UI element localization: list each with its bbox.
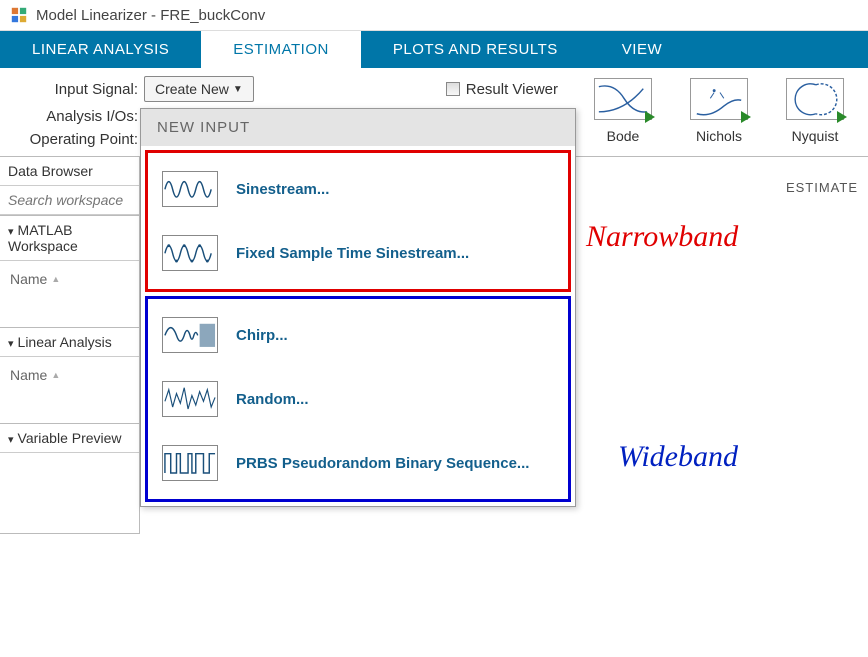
plot-button-group: Bode Nichols Nyquist — [570, 68, 868, 156]
input-signal-label: Input Signal: — [12, 81, 138, 98]
menu-random-label: Random... — [236, 391, 309, 408]
analysis-ios-label: Analysis I/Os: — [12, 108, 138, 125]
sidebar: Data Browser MATLAB Workspace Name ▲ Lin… — [0, 157, 140, 534]
nyquist-label: Nyquist — [792, 128, 839, 144]
menu-sinestream[interactable]: Sinestream... — [154, 157, 562, 221]
play-icon — [837, 111, 847, 123]
narrowband-annotation: Narrowband — [586, 220, 738, 254]
menu-prbs[interactable]: PRBS Pseudorandom Binary Sequence... — [154, 431, 562, 495]
narrowband-group: Sinestream... Fixed Sample Time Sinestre… — [145, 150, 571, 292]
sort-asc-icon: ▲ — [51, 370, 60, 380]
wideband-annotation: Wideband — [618, 440, 738, 474]
name-column-header[interactable]: Name ▲ — [0, 261, 139, 327]
name-column-header[interactable]: Name ▲ — [0, 357, 139, 423]
nyquist-icon — [786, 78, 844, 120]
chevron-down-icon: ▼ — [233, 84, 243, 95]
play-icon — [645, 111, 655, 123]
bode-icon — [594, 78, 652, 120]
bode-button[interactable]: Bode — [594, 78, 652, 150]
create-new-dropdown[interactable]: Create New ▼ — [144, 76, 254, 102]
sinestream-icon — [162, 171, 218, 207]
random-icon — [162, 381, 218, 417]
nichols-button[interactable]: Nichols — [690, 78, 748, 150]
estimate-section-label: ESTIMATE — [786, 180, 858, 195]
checkbox-icon — [446, 82, 460, 96]
play-icon — [741, 111, 751, 123]
bode-label: Bode — [607, 128, 640, 144]
nichols-icon — [690, 78, 748, 120]
titlebar: Model Linearizer - FRE_buckConv — [0, 0, 868, 31]
prbs-icon — [162, 445, 218, 481]
tab-view[interactable]: VIEW — [590, 31, 694, 68]
create-new-label: Create New — [155, 81, 229, 97]
menu-sinestream-label: Sinestream... — [236, 181, 329, 198]
new-input-menu: NEW INPUT Sinestream... Fixed Sample Tim… — [140, 108, 576, 507]
menu-fixed-sinestream-label: Fixed Sample Time Sinestream... — [236, 245, 469, 262]
menu-prbs-label: PRBS Pseudorandom Binary Sequence... — [236, 455, 529, 472]
linear-analysis-header[interactable]: Linear Analysis — [0, 328, 139, 357]
sort-asc-icon: ▲ — [51, 274, 60, 284]
variable-preview-header[interactable]: Variable Preview — [0, 424, 139, 453]
name-col-label: Name — [10, 367, 47, 383]
menu-random[interactable]: Random... — [154, 367, 562, 431]
name-col-label: Name — [10, 271, 47, 287]
new-input-header: NEW INPUT — [141, 109, 575, 146]
window-title: Model Linearizer - FRE_buckConv — [36, 7, 265, 24]
nichols-label: Nichols — [696, 128, 742, 144]
tab-plots-results[interactable]: PLOTS AND RESULTS — [361, 31, 590, 68]
tabstrip: LINEAR ANALYSIS ESTIMATION PLOTS AND RES… — [0, 31, 868, 68]
menu-chirp-label: Chirp... — [236, 327, 288, 344]
data-browser-header[interactable]: Data Browser — [0, 157, 139, 186]
matlab-workspace-header[interactable]: MATLAB Workspace — [0, 216, 139, 261]
search-input[interactable] — [0, 186, 139, 215]
menu-chirp[interactable]: Chirp... — [154, 303, 562, 367]
result-viewer-label: Result Viewer — [466, 81, 558, 98]
wideband-group: Chirp... Random... PRBS Pseudorandom Bin… — [145, 296, 571, 502]
menu-fixed-sinestream[interactable]: Fixed Sample Time Sinestream... — [154, 221, 562, 285]
chirp-icon — [162, 317, 218, 353]
fixed-sinestream-icon — [162, 235, 218, 271]
result-viewer-checkbox[interactable]: Result Viewer — [446, 81, 558, 98]
operating-point-label: Operating Point: — [12, 131, 138, 148]
tab-linear-analysis[interactable]: LINEAR ANALYSIS — [0, 31, 201, 68]
nyquist-button[interactable]: Nyquist — [786, 78, 844, 150]
tab-estimation[interactable]: ESTIMATION — [201, 31, 361, 68]
app-icon — [10, 6, 28, 24]
